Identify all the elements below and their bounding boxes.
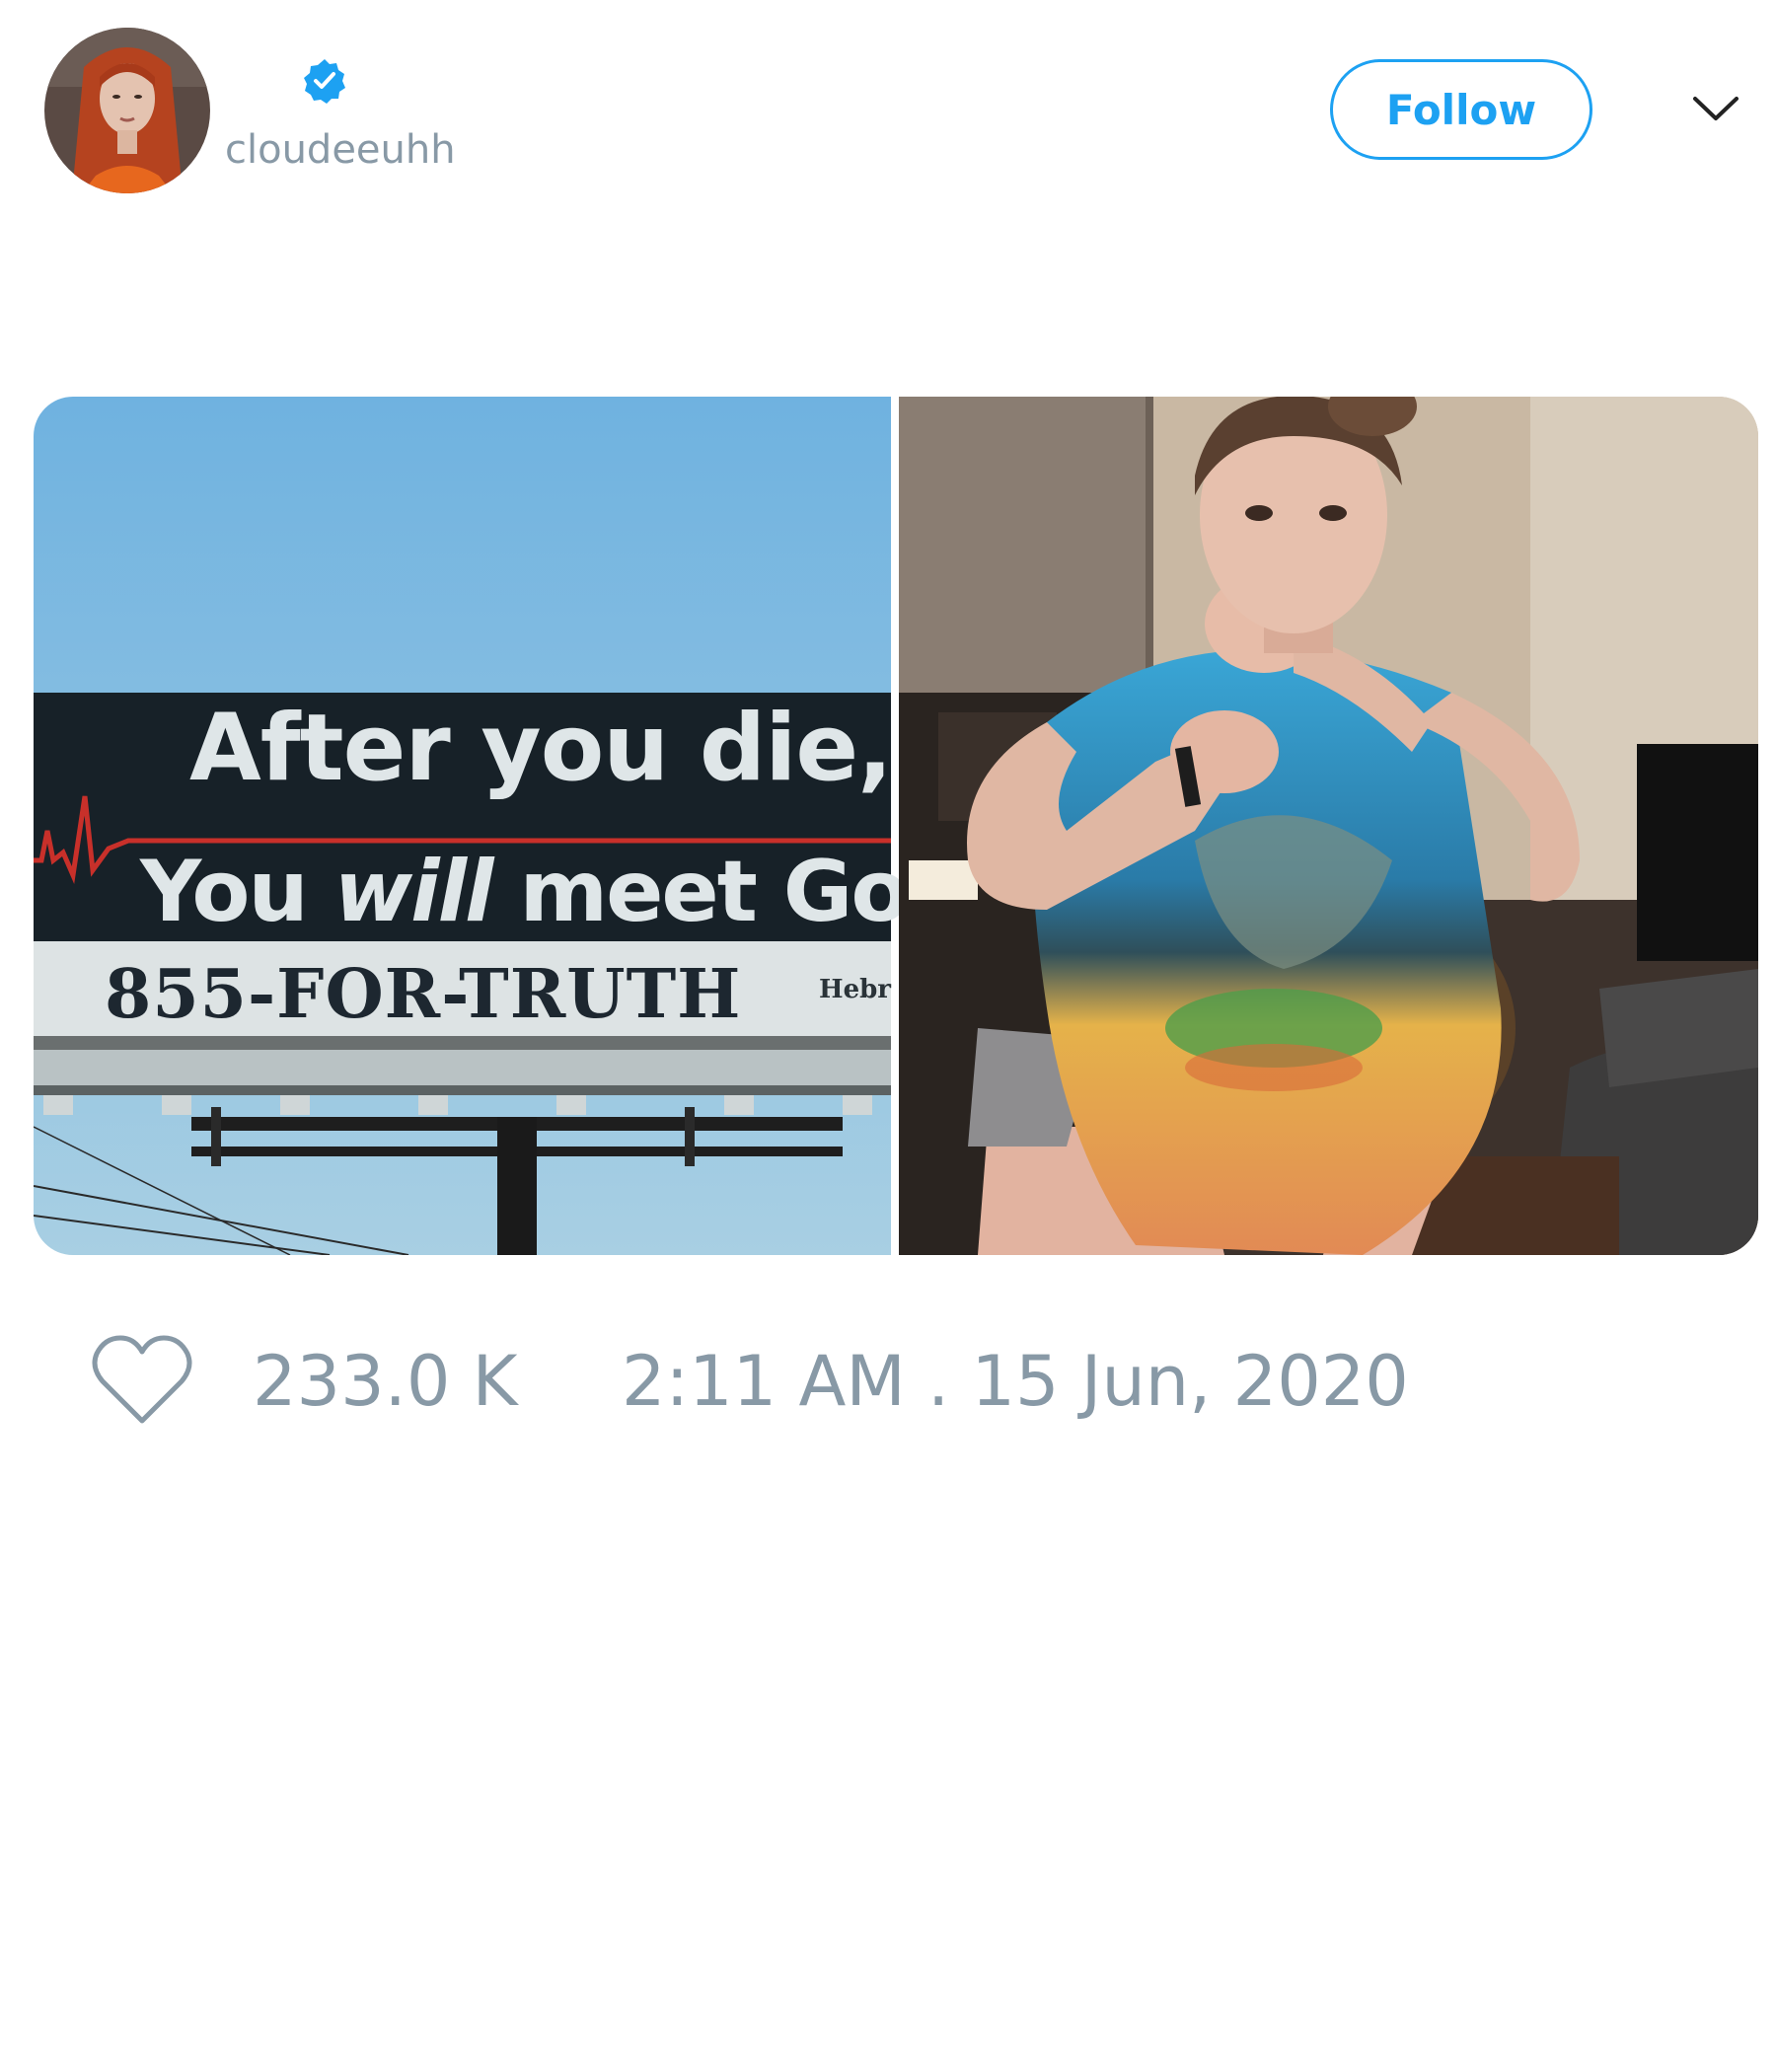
verified-badge-icon [302, 58, 347, 104]
avatar-image [44, 28, 210, 193]
avatar[interactable] [44, 28, 210, 193]
billboard-line-2: You will meet God [140, 843, 968, 941]
media-photo-billboard[interactable]: After you die, You will meet God 855-FOR… [34, 397, 968, 1255]
tweet-card: cloudeeuhh Follow After you die, You wil… [0, 0, 1776, 2072]
billboard-line-2-em: will [333, 843, 494, 941]
media-grid: After you die, You will meet God 855-FOR… [34, 397, 1758, 1255]
like-count: 233.0 K [253, 1341, 518, 1422]
billboard-line-2-pre: You [140, 843, 334, 941]
boxing-scene [899, 397, 1758, 1255]
media-photo-boxing-pose[interactable] [899, 397, 1758, 1255]
heart-outline-icon[interactable] [89, 1334, 195, 1429]
follow-button[interactable]: Follow [1330, 59, 1592, 160]
billboard-phone: 855-FOR-TRUTH [105, 955, 742, 1034]
billboard-line-2-post: meet God [491, 843, 968, 941]
billboard-scene [34, 397, 891, 1255]
chevron-down-icon[interactable] [1687, 87, 1744, 132]
tweet-timestamp[interactable]: 2:11 AM . 15 Jun, 2020 [622, 1342, 1409, 1421]
billboard-small-text: Hebr [819, 975, 891, 1004]
username[interactable]: cloudeeuhh [225, 126, 456, 174]
billboard-line-1: After you die, [189, 695, 893, 802]
